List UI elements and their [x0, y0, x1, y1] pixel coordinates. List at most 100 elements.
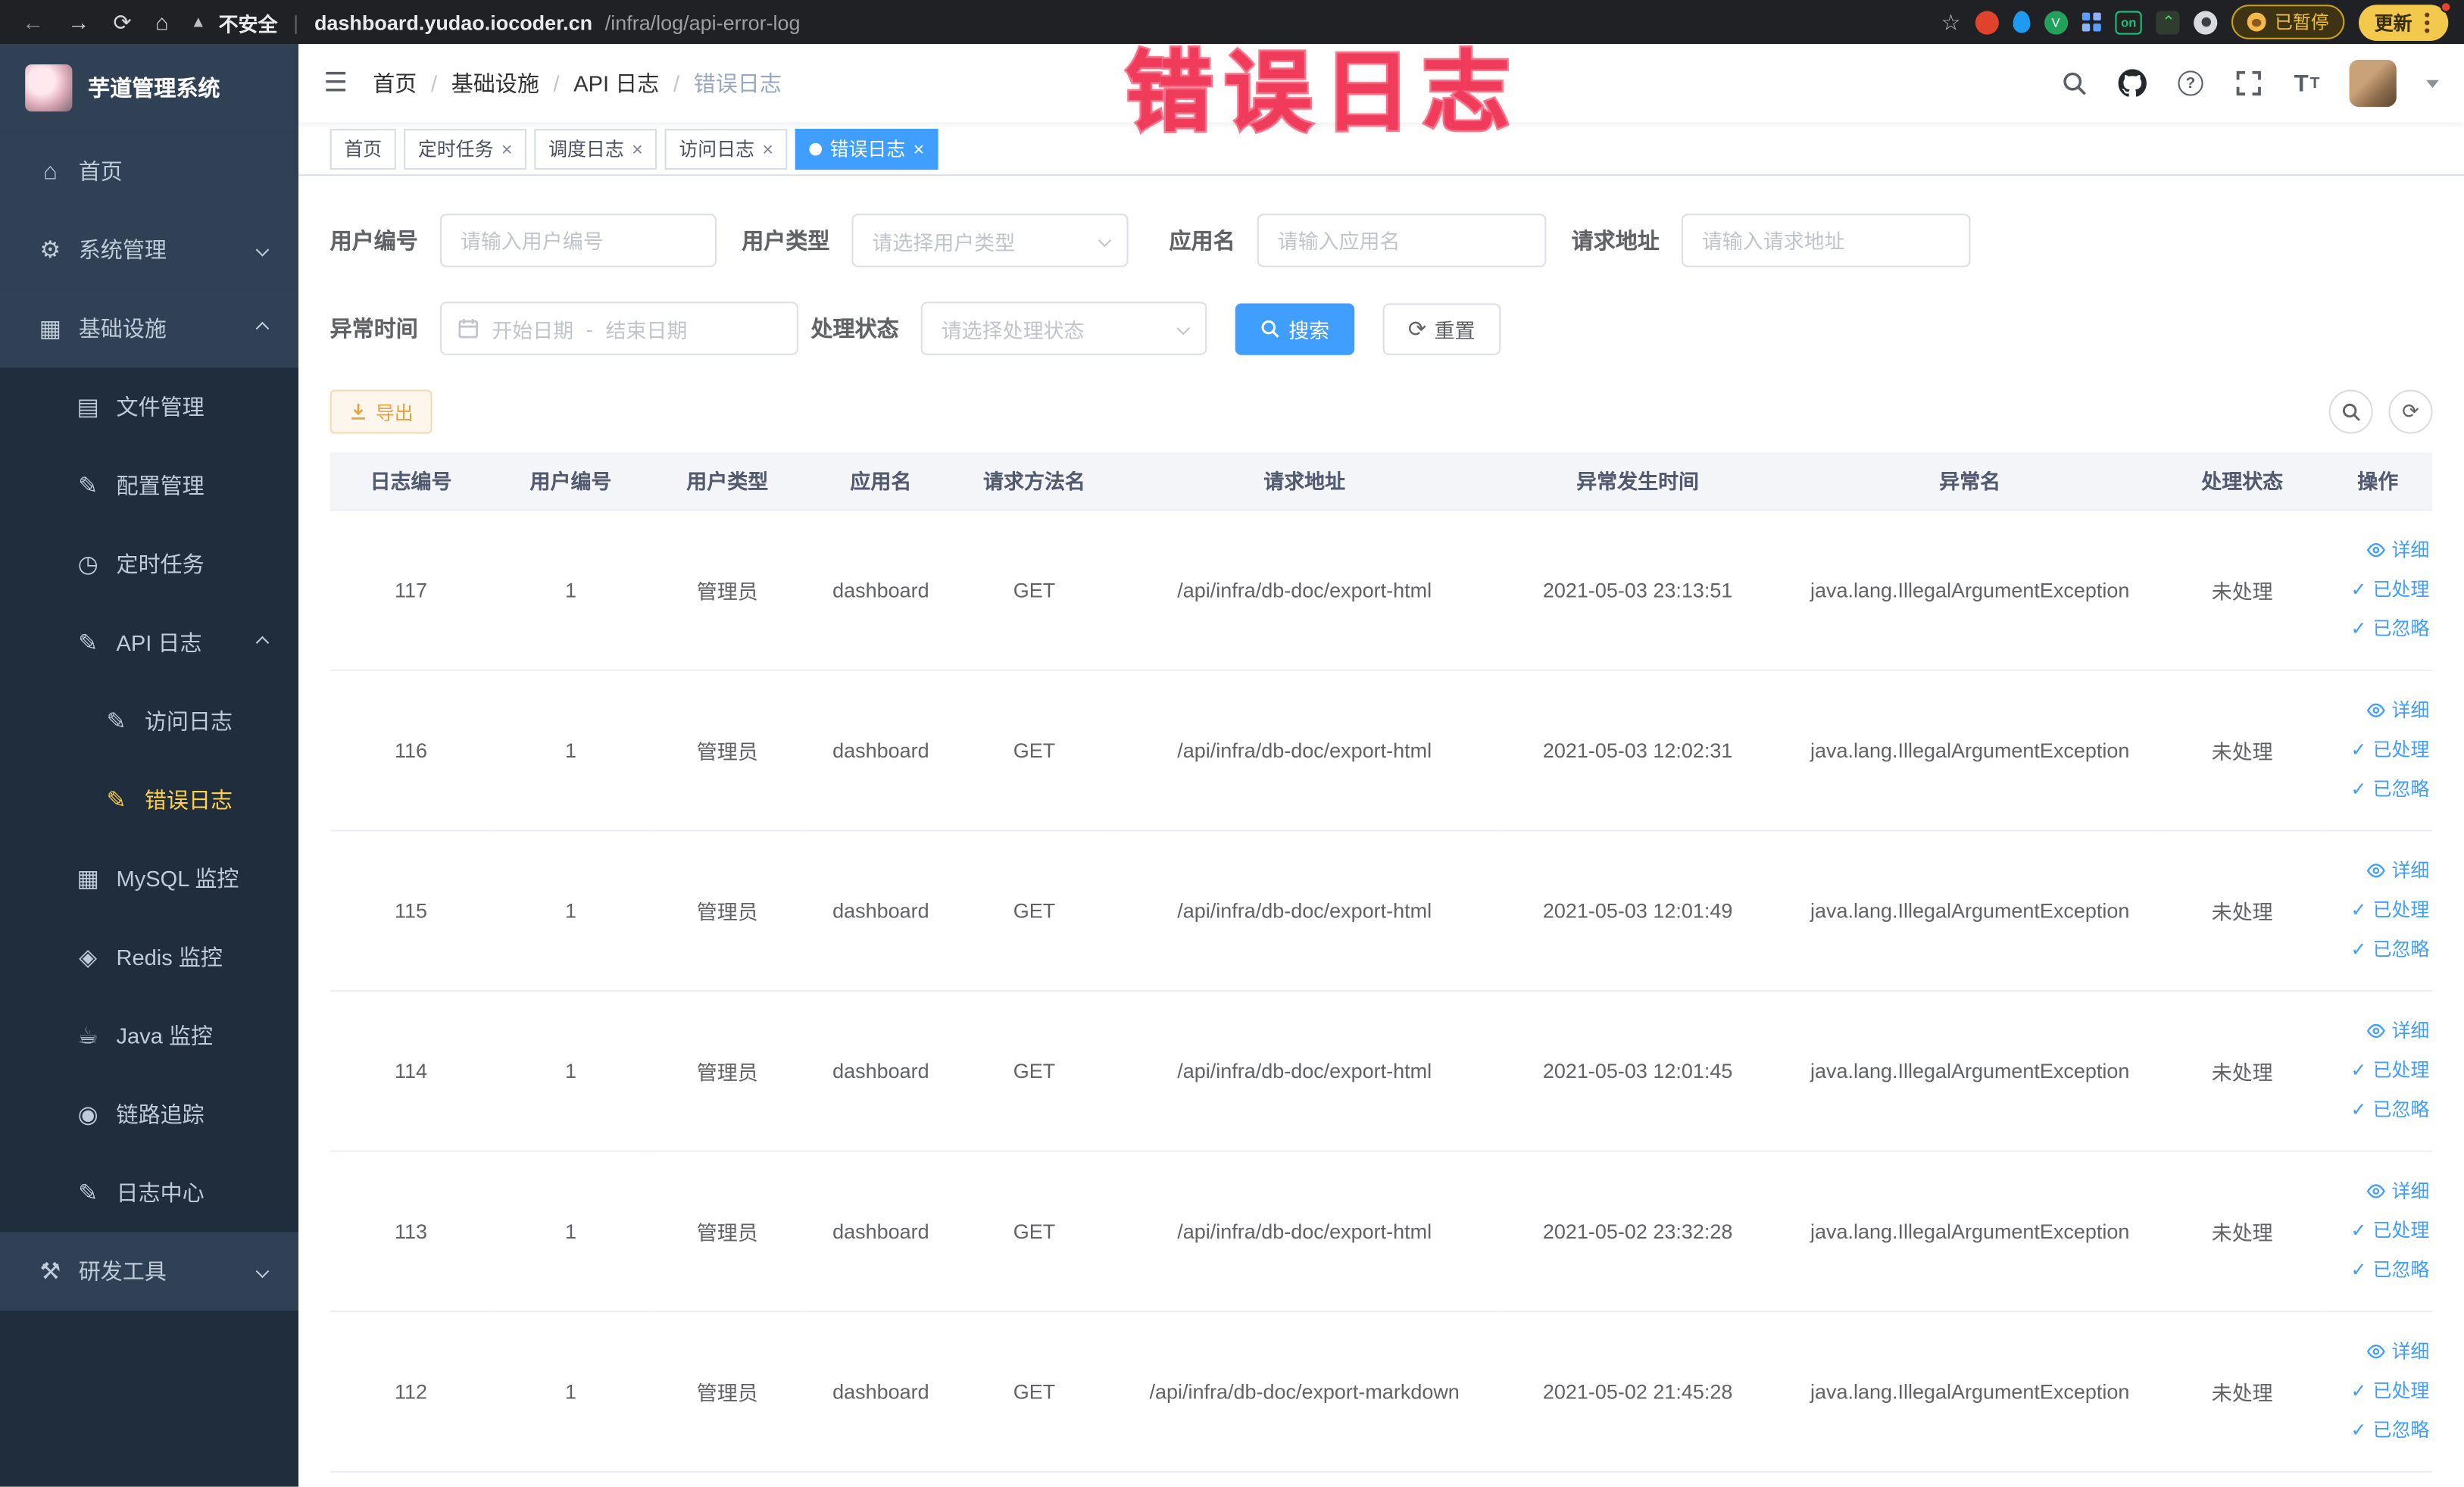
address-bar[interactable]: ▲ 不安全 | dashboard.yudao.iocoder.cn/infra… [190, 7, 1925, 36]
export-button[interactable]: 导出 [329, 389, 433, 434]
processed-link[interactable]: ✓ 已处理 [2333, 1211, 2429, 1250]
back-icon[interactable]: ← [22, 9, 44, 34]
extension-v-icon[interactable]: V [2044, 10, 2068, 34]
sidebar-item-dev-tools[interactable]: ⚒ 研发工具 [0, 1232, 299, 1311]
bookmark-star-icon[interactable]: ☆ [1941, 8, 1960, 35]
cell-actions: 详细 ✓ 已处理 ✓ 已忽略 [2323, 829, 2433, 992]
close-icon[interactable]: × [762, 139, 773, 158]
close-icon[interactable]: × [913, 139, 925, 158]
check-icon: ✓ [2350, 1257, 2367, 1280]
cell-log-id: 117 [329, 509, 492, 670]
sidebar-item-log-center[interactable]: ✎ 日志中心 [0, 1154, 298, 1232]
exception-time-range-picker[interactable]: 开始日期 - 结束日期 [439, 301, 798, 355]
search-icon[interactable] [2059, 67, 2090, 98]
detail-link[interactable]: 详细 [2333, 1332, 2429, 1371]
extension-paw-icon[interactable] [2194, 10, 2219, 34]
close-icon[interactable]: × [501, 139, 513, 158]
processed-link[interactable]: ✓ 已处理 [2333, 1051, 2429, 1090]
ignore-link[interactable]: ✓ 已忽略 [2333, 1090, 2429, 1129]
sidebar-item-system-mgmt[interactable]: ⚙ 系统管理 [0, 210, 299, 289]
sidebar-item-config-mgmt[interactable]: ✎ 配置管理 [0, 446, 298, 525]
log-icon: ✎ [78, 1180, 98, 1207]
ignore-link[interactable]: ✓ 已忽略 [2333, 770, 2429, 809]
sidebar-item-dashboard[interactable]: ⌂ 首页 [0, 132, 299, 211]
process-status-select[interactable]: 请选择处理状态 [920, 301, 1207, 355]
user-type-select[interactable]: 请选择用户类型 [851, 214, 1129, 267]
forward-icon[interactable]: → [67, 9, 89, 34]
sidebar-item-file-mgmt[interactable]: ▤ 文件管理 [0, 367, 298, 446]
breadcrumb-item[interactable]: 首页 [373, 67, 417, 98]
refresh-table-button[interactable]: ⟳ [2388, 389, 2433, 434]
toggle-search-button[interactable] [2328, 389, 2373, 434]
home-icon[interactable]: ⌂ [155, 9, 169, 34]
table-row: 112 1 管理员 dashboard GET /api/infra/db-do… [329, 1310, 2433, 1472]
table-row: 113 1 管理员 dashboard GET /api/infra/db-do… [329, 1150, 2433, 1312]
eye-icon [2366, 1023, 2385, 1039]
col-user-id: 用户编号 [492, 452, 650, 511]
cell-actions: 详细 ✓ 已处理 ✓ 已忽略 [2323, 1310, 2433, 1472]
sidebar-item-label: 配置管理 [116, 473, 205, 498]
extension-sprout-icon[interactable]: ⌃ [2156, 10, 2181, 34]
sidebar-item-redis-monitor[interactable]: ◈ Redis 监控 [0, 918, 298, 997]
tab-error-log[interactable]: 错误日志 × [795, 128, 938, 170]
close-icon[interactable]: × [632, 139, 643, 158]
help-icon[interactable]: ? [2175, 67, 2206, 98]
processed-link[interactable]: ✓ 已处理 [2333, 890, 2429, 929]
processed-link[interactable]: ✓ 已处理 [2333, 1371, 2429, 1410]
sidebar-item-error-log[interactable]: ✎ 错误日志 [0, 761, 298, 839]
sidebar-item-scheduled-tasks[interactable]: ◷ 定时任务 [0, 525, 298, 604]
sidebar-toggle-icon[interactable]: ☰ [323, 67, 348, 98]
detail-link[interactable]: 详细 [2333, 1172, 2429, 1211]
sidebar-item-access-log[interactable]: ✎ 访问日志 [0, 682, 298, 761]
cell-log-id: 116 [329, 669, 492, 831]
extension-on-badge[interactable]: on [2114, 10, 2143, 34]
detail-link[interactable]: 详细 [2333, 1011, 2429, 1051]
extension-adblock-icon[interactable] [1975, 10, 1999, 34]
sidebar-item-mysql-monitor[interactable]: ▦ MySQL 监控 [0, 839, 298, 918]
ignore-link[interactable]: ✓ 已忽略 [2333, 1410, 2429, 1450]
user-no-input[interactable] [439, 214, 717, 267]
select-placeholder: 请选择处理状态 [941, 318, 1085, 342]
processed-link[interactable]: ✓ 已处理 [2333, 730, 2429, 770]
detail-link[interactable]: 详细 [2333, 530, 2429, 570]
tab-access-log[interactable]: 访问日志 × [664, 128, 788, 170]
sidebar-item-java-monitor[interactable]: ☕ Java 监控 [0, 996, 298, 1075]
reload-icon[interactable]: ⟳ [113, 8, 131, 35]
user-type-label: 用户类型 [742, 227, 830, 254]
tab-scheduled-tasks[interactable]: 定时任务 × [404, 128, 527, 170]
detail-link[interactable]: 详细 [2333, 691, 2429, 730]
breadcrumb-item[interactable]: 基础设施 [451, 67, 539, 98]
tab-home[interactable]: 首页 [329, 128, 396, 170]
browser-menu-icon[interactable] [2425, 19, 2430, 25]
page-content: 用户编号 用户类型 请选择用户类型 应用名 [298, 176, 2464, 1487]
tab-schedule-log[interactable]: 调度日志 × [534, 128, 657, 170]
tampermonkey-paused-badge[interactable]: 已暂停 [2231, 5, 2345, 39]
chevron-up-icon [255, 636, 270, 650]
user-avatar[interactable] [2349, 59, 2397, 108]
browser-update-button[interactable]: 更新 [2358, 1, 2452, 40]
ignore-link[interactable]: ✓ 已忽略 [2333, 1250, 2429, 1289]
chevron-down-icon[interactable] [2426, 79, 2439, 88]
extension-drop-icon[interactable] [2012, 11, 2030, 33]
extension-grid-icon[interactable] [2081, 12, 2101, 32]
request-url-input[interactable] [1681, 214, 1971, 267]
github-icon[interactable] [2117, 67, 2148, 98]
ignore-link[interactable]: ✓ 已忽略 [2333, 929, 2429, 969]
processed-link[interactable]: ✓ 已处理 [2333, 570, 2429, 609]
app-name-input[interactable] [1257, 214, 1547, 267]
process-status-label: 处理状态 [810, 315, 899, 342]
sidebar-item-infrastructure[interactable]: ▦ 基础设施 [0, 289, 299, 368]
sidebar-item-label: API 日志 [116, 629, 202, 656]
search-button[interactable]: 搜索 [1235, 302, 1355, 355]
detail-link[interactable]: 详细 [2333, 851, 2429, 890]
sidebar-item-trace[interactable]: ◉ 链路追踪 [0, 1075, 298, 1154]
breadcrumb-item[interactable]: API 日志 [573, 67, 659, 98]
cell-app-name: dashboard [804, 990, 957, 1151]
sidebar-item-api-log[interactable]: ✎ API 日志 [0, 604, 298, 683]
reset-button[interactable]: ⟳ 重置 [1382, 302, 1501, 355]
cell-status: 未处理 [2161, 669, 2324, 831]
ignore-link[interactable]: ✓ 已忽略 [2333, 609, 2429, 648]
font-size-icon[interactable]: TT [2291, 67, 2322, 98]
fullscreen-icon[interactable] [2233, 67, 2264, 98]
cell-method: GET [956, 990, 1113, 1151]
